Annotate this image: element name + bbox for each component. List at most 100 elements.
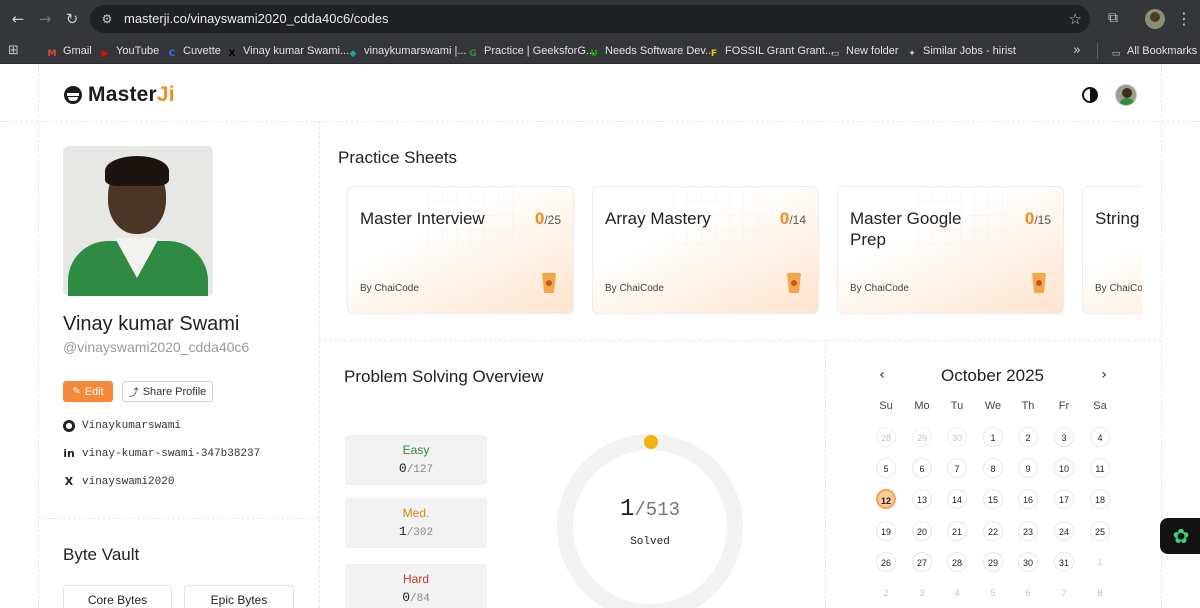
calendar-day[interactable]: 1: [983, 427, 1003, 447]
bookmark-label: Gmail: [63, 45, 92, 57]
calendar-day[interactable]: 8: [983, 458, 1003, 478]
edit-profile-button[interactable]: ✎ Edit: [63, 381, 113, 402]
bookmark-7[interactable]: U Needs Software Dev...: [588, 38, 714, 64]
calendar-day[interactable]: 24: [1054, 521, 1074, 541]
calendar-day[interactable]: 31: [1054, 552, 1074, 572]
calendar-day[interactable]: 29: [983, 552, 1003, 572]
bookmark-3[interactable]: C Cuvette: [166, 38, 221, 64]
chef-hat-icon: [64, 86, 82, 104]
bookmark-6[interactable]: G Practice | GeeksforG...: [467, 38, 595, 64]
theme-toggle-icon[interactable]: [1082, 87, 1098, 103]
calendar-day[interactable]: 6: [1018, 583, 1038, 603]
bookmark-9[interactable]: ▭ New folder: [829, 38, 899, 64]
weekday-label: Sa: [1093, 400, 1107, 412]
calendar-day[interactable]: 6: [912, 458, 932, 478]
forward-icon[interactable]: →: [35, 9, 55, 29]
calendar-day[interactable]: 15: [983, 489, 1003, 509]
bookmark-label: vinaykumarswami |...: [364, 45, 467, 57]
ai-assistant-button[interactable]: ✿: [1160, 518, 1200, 554]
progress-ring-marker: [644, 435, 659, 450]
practice-sheet-card[interactable]: Array Mastery 0/14 By ChaiCode: [592, 186, 819, 314]
calendar-day[interactable]: 30: [947, 427, 967, 447]
calendar-day[interactable]: 16: [1018, 489, 1038, 509]
bookmark-1[interactable]: M Gmail: [46, 38, 92, 64]
practice-sheet-card[interactable]: Master Google Prep 0/15 By ChaiCode: [837, 186, 1064, 314]
calendar-day[interactable]: 19: [876, 521, 896, 541]
linkedin-icon: in: [63, 447, 75, 460]
calendar-day[interactable]: 11: [1090, 458, 1110, 478]
frame-line: [38, 64, 39, 608]
practice-sheet-card[interactable]: Master Interview 0/25 By ChaiCode: [347, 186, 574, 314]
youtube-icon: ▶: [101, 49, 109, 59]
more-bookmarks-icon[interactable]: »: [1073, 38, 1081, 64]
calendar-day[interactable]: 23: [1018, 521, 1038, 541]
calendar-day[interactable]: 14: [947, 489, 967, 509]
reload-icon[interactable]: ↻: [62, 9, 82, 29]
bookmark-star-icon[interactable]: ☆: [1069, 10, 1082, 28]
calendar-day[interactable]: 8: [1090, 583, 1110, 603]
next-month-icon[interactable]: ›: [1096, 366, 1112, 384]
calendar-day[interactable]: 10: [1054, 458, 1074, 478]
x-link[interactable]: Xvinayswami2020: [63, 474, 175, 490]
linkedin-link[interactable]: in vinay-kumar-swami-347b38237: [63, 446, 260, 462]
epic-bytes-button[interactable]: Epic Bytes: [184, 585, 294, 608]
share-profile-button[interactable]: ⤴ Share Profile: [122, 381, 213, 402]
back-icon[interactable]: ←: [8, 9, 28, 29]
github-link[interactable]: ● Vinaykumarswami: [63, 418, 181, 434]
calendar-day[interactable]: 1: [1090, 552, 1110, 572]
calendar-day[interactable]: 18: [1090, 489, 1110, 509]
bookmark-label: New folder: [846, 45, 899, 57]
calendar-day[interactable]: 7: [1054, 583, 1074, 603]
all-bookmarks[interactable]: ▭ All Bookmarks: [1110, 38, 1198, 64]
calendar-day[interactable]: 21: [947, 521, 967, 541]
calendar-day[interactable]: 28: [947, 552, 967, 572]
solved-caption: Solved: [630, 536, 670, 548]
calendar-day[interactable]: 4: [947, 583, 967, 603]
extensions-icon[interactable]: ⧉: [1104, 9, 1122, 27]
solved-total: /513: [634, 499, 680, 521]
bookmark-4[interactable]: X Vinay kumar Swami...: [226, 38, 350, 64]
calendar-day[interactable]: 25: [1090, 521, 1110, 541]
masterji-logo[interactable]: MasterJi: [64, 82, 175, 108]
difficulty-solved: 0: [402, 590, 410, 605]
calendar-day[interactable]: 5: [876, 458, 896, 478]
calendar-day[interactable]: 28: [876, 427, 896, 447]
calendar-day[interactable]: 4: [1090, 427, 1110, 447]
practice-sheet-card[interactable]: String By ChaiCode: [1082, 186, 1142, 314]
user-avatar[interactable]: [1115, 84, 1137, 106]
calendar-day[interactable]: 12: [876, 489, 896, 509]
site-info-icon[interactable]: ⚙: [99, 11, 115, 27]
calendar-day[interactable]: 29: [912, 427, 932, 447]
prev-month-icon[interactable]: ‹: [874, 366, 890, 384]
sheet-done: 0: [1024, 209, 1035, 228]
bookmark-5[interactable]: ◆ vinaykumarswami |...: [347, 38, 467, 64]
frame-line: [319, 340, 1161, 341]
browser-profile-avatar[interactable]: [1145, 9, 1165, 29]
calendar-day[interactable]: 9: [1018, 458, 1038, 478]
calendar-day[interactable]: 27: [912, 552, 932, 572]
address-bar[interactable]: ⚙ masterji.co/vinayswami2020_cdda40c6/co…: [90, 5, 1090, 33]
calendar-day[interactable]: 22: [983, 521, 1003, 541]
calendar-day[interactable]: 3: [1054, 427, 1074, 447]
calendar-day[interactable]: 17: [1054, 489, 1074, 509]
calendar-day[interactable]: 13: [912, 489, 932, 509]
calendar-day[interactable]: 5: [983, 583, 1003, 603]
core-bytes-button[interactable]: Core Bytes: [63, 585, 172, 608]
edit-label: Edit: [84, 385, 104, 398]
weekday-label: Su: [879, 400, 893, 412]
apps-grid-icon[interactable]: ⊞: [8, 44, 22, 58]
calendar-day[interactable]: 3: [912, 583, 932, 603]
bookmark-8[interactable]: F FOSSIL Grant Grant...: [708, 38, 834, 64]
bookmark-10[interactable]: ✦ Similar Jobs - hirist: [906, 38, 1016, 64]
calendar-day[interactable]: 7: [947, 458, 967, 478]
calendar-day[interactable]: 20: [912, 521, 932, 541]
calendar-day[interactable]: 2: [876, 583, 896, 603]
bookmark-2[interactable]: ▶ YouTube: [99, 38, 160, 64]
calendar-day[interactable]: 30: [1018, 552, 1038, 572]
calendar-day[interactable]: 2: [1018, 427, 1038, 447]
browser-menu-icon[interactable]: ⋮: [1176, 9, 1192, 29]
calendar-day[interactable]: 26: [876, 552, 896, 572]
url-text[interactable]: masterji.co/vinayswami2020_cdda40c6/code…: [124, 5, 388, 33]
difficulty-label: Hard: [402, 572, 429, 586]
weekday-label: Tu: [950, 400, 964, 412]
